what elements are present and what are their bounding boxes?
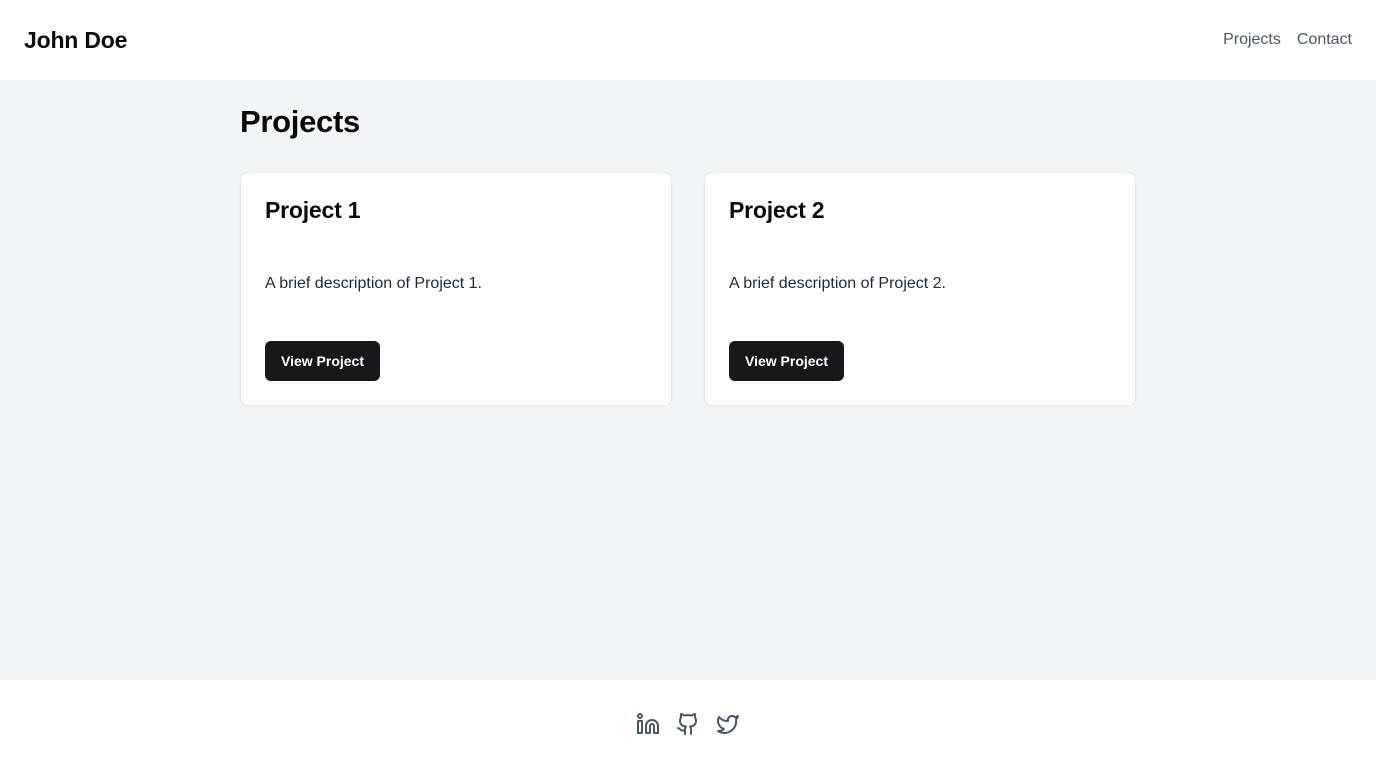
- project-cards: Project 1 A brief description of Project…: [240, 172, 1136, 406]
- page-title: Projects: [240, 104, 360, 139]
- project-description: A brief description of Project 2.: [729, 275, 946, 292]
- page: John Doe Projects Contact Projects Proje…: [0, 0, 1376, 768]
- project-title: Project 2: [729, 197, 825, 223]
- top-nav: Projects Contact: [1223, 31, 1352, 49]
- linkedin-icon[interactable]: [636, 712, 660, 736]
- site-brand[interactable]: John Doe: [24, 27, 127, 54]
- project-card: Project 1 A brief description of Project…: [240, 172, 672, 406]
- view-project-button[interactable]: View Project: [265, 341, 381, 381]
- footer: [0, 680, 1376, 768]
- top-bar: John Doe Projects Contact: [0, 0, 1376, 80]
- view-project-button[interactable]: View Project: [729, 341, 845, 381]
- nav-link-projects[interactable]: Projects: [1223, 31, 1281, 49]
- project-title: Project 1: [265, 197, 361, 223]
- main-content: Projects Project 1 A brief description o…: [0, 80, 1376, 680]
- project-card: Project 2 A brief description of Project…: [704, 172, 1136, 406]
- project-description: A brief description of Project 1.: [265, 275, 482, 292]
- nav-link-contact[interactable]: Contact: [1297, 31, 1352, 49]
- twitter-icon[interactable]: [716, 712, 740, 736]
- github-icon[interactable]: [676, 712, 700, 736]
